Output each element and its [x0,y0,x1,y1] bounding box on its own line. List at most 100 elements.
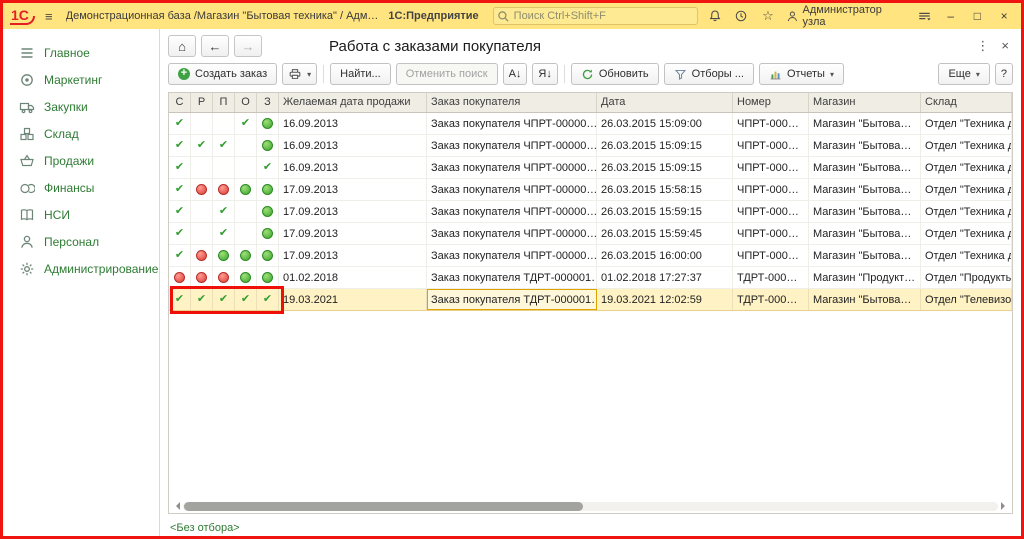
cell-warehouse[interactable]: Отдел "Продукты… [921,267,1012,288]
cell-date-wanted[interactable]: 16.09.2013 [279,113,427,134]
sidebar-item-nsi[interactable]: НСИ [3,201,159,228]
cell-warehouse[interactable]: Отдел "Телевизо… [921,289,1012,310]
sidebar-item-sklad[interactable]: Склад [3,120,159,147]
table-row[interactable]: ✔✔17.09.2013Заказ покупателя ЧПРТ-00000…… [169,201,1012,223]
forward-button[interactable]: → [234,35,262,57]
sort-descending-button[interactable]: Я↓ [532,63,557,85]
cell-number[interactable]: ЧПРТ-000… [733,179,809,200]
column-header-5[interactable]: Желаемая дата продажи [279,93,427,112]
sidebar-item-personal[interactable]: Персонал [3,228,159,255]
table-row[interactable]: 01.02.2018Заказ покупателя ТДРТ-000001…0… [169,267,1012,289]
refresh-button[interactable]: Обновить [571,63,659,85]
cell-number[interactable]: ЧПРТ-000… [733,113,809,134]
cell-number[interactable]: ЧПРТ-000… [733,201,809,222]
service-menu-icon[interactable] [915,7,933,25]
sidebar-item-finansy[interactable]: Финансы [3,174,159,201]
cell-number[interactable]: ТДРТ-000… [733,267,809,288]
cell-date-wanted[interactable]: 17.09.2013 [279,245,427,266]
scrollbar-thumb[interactable] [184,502,583,511]
cell-warehouse[interactable]: Отдел "Техника д… [921,113,1012,134]
cell-store[interactable]: Магазин "Бытова… [809,201,921,222]
cell-warehouse[interactable]: Отдел "Техника д… [921,179,1012,200]
sort-ascending-button[interactable]: А↓ [503,63,528,85]
column-header-8[interactable]: Номер [733,93,809,112]
cell-date[interactable]: 19.03.2021 12:02:59 [597,289,733,310]
filters-button[interactable]: Отборы ... [664,63,754,85]
cell-order[interactable]: Заказ покупателя ТДРТ-000001… [427,289,597,310]
close-window-button[interactable]: × [995,9,1013,23]
home-button[interactable]: ⌂ [168,35,196,57]
sidebar-item-zakupki[interactable]: Закупки [3,93,159,120]
reports-button[interactable]: Отчеты ▾ [759,63,844,85]
table-row-selected[interactable]: ✔✔✔✔✔19.03.2021Заказ покупателя ТДРТ-000… [169,289,1012,311]
cancel-search-button[interactable]: Отменить поиск [396,63,498,85]
cell-warehouse[interactable]: Отдел "Техника д… [921,135,1012,156]
minimize-button[interactable]: – [942,9,960,23]
cell-store[interactable]: Магазин "Бытова… [809,113,921,134]
column-header-1[interactable]: Р [191,93,213,112]
table-row[interactable]: ✔✔17.09.2013Заказ покупателя ЧПРТ-00000…… [169,223,1012,245]
scroll-right-arrow-icon[interactable] [1001,502,1009,510]
column-header-0[interactable]: С [169,93,191,112]
cell-date[interactable]: 01.02.2018 17:27:37 [597,267,733,288]
cell-order[interactable]: Заказ покупателя ЧПРТ-00000… [427,245,597,266]
column-header-3[interactable]: О [235,93,257,112]
cell-date[interactable]: 26.03.2015 15:59:45 [597,223,733,244]
sidebar-item-glavnoe[interactable]: Главное [3,39,159,66]
back-button[interactable]: ← [201,35,229,57]
cell-warehouse[interactable]: Отдел "Техника д… [921,223,1012,244]
cell-date[interactable]: 26.03.2015 15:09:15 [597,135,733,156]
column-header-4[interactable]: З [257,93,279,112]
cell-date-wanted[interactable]: 16.09.2013 [279,157,427,178]
cell-number[interactable]: ТДРТ-000… [733,289,809,310]
sidebar-item-administrirovanie[interactable]: Администрирование [3,255,159,282]
cell-number[interactable]: ЧПРТ-000… [733,135,809,156]
sidebar-item-marketing[interactable]: Маркетинг [3,66,159,93]
table-row[interactable]: ✔17.09.2013Заказ покупателя ЧПРТ-00000…2… [169,245,1012,267]
cell-order[interactable]: Заказ покупателя ЧПРТ-00000… [427,135,597,156]
cell-order[interactable]: Заказ покупателя ЧПРТ-00000… [427,223,597,244]
history-icon[interactable] [732,7,750,25]
cell-warehouse[interactable]: Отдел "Техника д… [921,157,1012,178]
cell-order[interactable]: Заказ покупателя ЧПРТ-00000… [427,157,597,178]
create-order-button[interactable]: + Создать заказ [168,63,277,85]
cell-store[interactable]: Магазин "Бытова… [809,157,921,178]
cell-order[interactable]: Заказ покупателя ЧПРТ-00000… [427,179,597,200]
help-button[interactable]: ? [995,63,1013,85]
maximize-button[interactable]: □ [969,9,987,23]
column-header-10[interactable]: Склад [921,93,1012,112]
cell-date-wanted[interactable]: 16.09.2013 [279,135,427,156]
horizontal-scrollbar[interactable] [169,499,1012,513]
more-button[interactable]: Еще ▾ [938,63,989,85]
close-form-icon[interactable]: × [1001,38,1009,54]
notifications-bell-icon[interactable] [706,7,724,25]
sidebar-item-prodazhi[interactable]: Продажи [3,147,159,174]
cell-number[interactable]: ЧПРТ-000… [733,157,809,178]
cell-order[interactable]: Заказ покупателя ЧПРТ-00000… [427,113,597,134]
cell-warehouse[interactable]: Отдел "Техника д… [921,201,1012,222]
column-header-9[interactable]: Магазин [809,93,921,112]
cell-date[interactable]: 26.03.2015 15:09:15 [597,157,733,178]
column-header-7[interactable]: Дата [597,93,733,112]
cell-store[interactable]: Магазин "Бытова… [809,289,921,310]
cell-number[interactable]: ЧПРТ-000… [733,245,809,266]
table-row[interactable]: ✔✔16.09.2013Заказ покупателя ЧПРТ-00000…… [169,113,1012,135]
table-row[interactable]: ✔17.09.2013Заказ покупателя ЧПРТ-00000…2… [169,179,1012,201]
cell-number[interactable]: ЧПРТ-000… [733,223,809,244]
cell-date-wanted[interactable]: 17.09.2013 [279,223,427,244]
column-header-2[interactable]: П [213,93,235,112]
cell-date[interactable]: 26.03.2015 15:58:15 [597,179,733,200]
cell-order[interactable]: Заказ покупателя ЧПРТ-00000… [427,201,597,222]
cell-order[interactable]: Заказ покупателя ТДРТ-000001… [427,267,597,288]
cell-date[interactable]: 26.03.2015 15:09:00 [597,113,733,134]
print-button[interactable]: ▾ [282,63,317,85]
form-menu-dots-icon[interactable]: ⋮ [976,38,989,54]
table-row[interactable]: ✔✔16.09.2013Заказ покупателя ЧПРТ-00000…… [169,157,1012,179]
favorites-star-icon[interactable]: ☆ [759,7,777,25]
current-user[interactable]: Администратор узла [786,4,906,28]
filter-status[interactable]: <Без отбора> [170,522,240,534]
find-button[interactable]: Найти... [330,63,391,85]
cell-store[interactable]: Магазин "Продукт… [809,267,921,288]
table-row[interactable]: ✔✔✔16.09.2013Заказ покупателя ЧПРТ-00000… [169,135,1012,157]
cell-date[interactable]: 26.03.2015 16:00:00 [597,245,733,266]
